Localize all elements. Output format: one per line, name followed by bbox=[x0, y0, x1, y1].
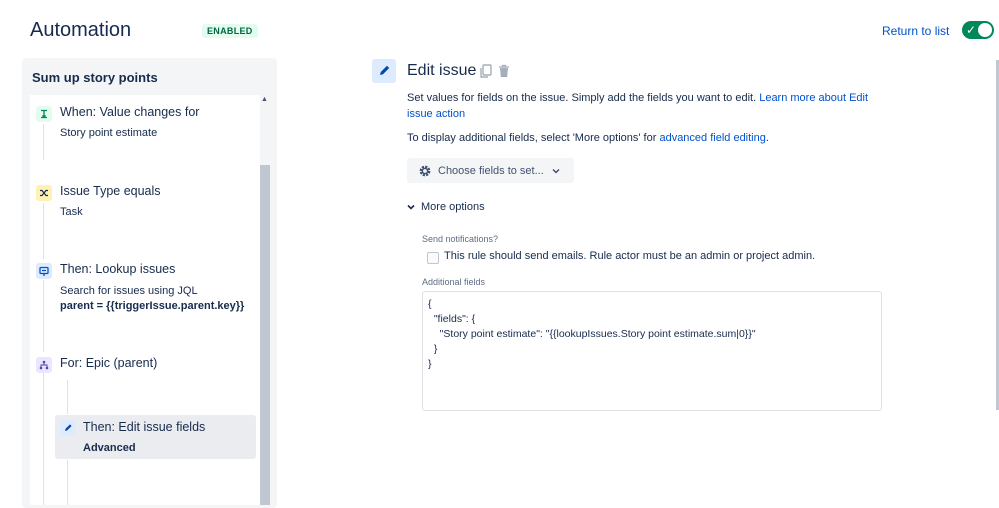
step-title: Then: Edit issue fields bbox=[83, 420, 206, 434]
scroll-up-icon[interactable]: ▲ bbox=[261, 96, 268, 103]
rule-step-condition[interactable]: Issue Type equals Task bbox=[36, 183, 256, 223]
additional-fields-label: Additional fields bbox=[422, 277, 486, 287]
additional-fields-editor[interactable]: { "fields": { "Story point estimate": "{… bbox=[422, 291, 882, 411]
send-notifications-checkbox-label[interactable]: This rule should send emails. Rule actor… bbox=[444, 250, 815, 262]
lookup-icon bbox=[36, 263, 52, 279]
gear-icon bbox=[418, 164, 432, 178]
step-subtitle: Task bbox=[60, 206, 83, 218]
more-options-toggle[interactable]: More options bbox=[407, 201, 485, 213]
advanced-field-editing-link[interactable]: advanced field editing bbox=[659, 132, 765, 144]
rule-enabled-toggle[interactable]: ✓ bbox=[962, 21, 994, 39]
advanced-editing-hint: To display additional fields, select 'Mo… bbox=[407, 130, 769, 146]
step-title: Then: Lookup issues bbox=[60, 262, 176, 276]
send-notifications-checkbox[interactable] bbox=[427, 252, 439, 264]
choose-fields-button[interactable]: Choose fields to set... bbox=[407, 158, 574, 183]
rule-name: Sum up story points bbox=[32, 70, 158, 85]
step-title: Issue Type equals bbox=[60, 184, 161, 198]
step-title: For: Epic (parent) bbox=[60, 356, 158, 370]
status-badge: ENABLED bbox=[202, 24, 258, 38]
rule-step-edit-issue[interactable]: Then: Edit issue fields Advanced bbox=[55, 415, 256, 459]
step-title: When: Value changes for bbox=[60, 105, 200, 119]
toggle-knob bbox=[978, 23, 992, 37]
step-subtitle: Story point estimate bbox=[60, 127, 158, 139]
hint-suffix: . bbox=[765, 132, 769, 144]
choose-fields-label: Choose fields to set... bbox=[438, 164, 544, 177]
chevron-down-icon bbox=[407, 204, 415, 210]
condition-icon bbox=[36, 185, 52, 201]
step-jql: parent = {{triggerIssue.parent.key}} bbox=[60, 300, 245, 312]
editor-description: Set values for fields on the issue. Simp… bbox=[407, 90, 877, 122]
trigger-icon bbox=[36, 106, 52, 122]
hint-text: To display additional fields, select 'Mo… bbox=[407, 132, 657, 144]
rule-step-lookup[interactable]: Then: Lookup issues Search for issues us… bbox=[36, 261, 256, 316]
rule-step-trigger[interactable]: When: Value changes for Story point esti… bbox=[36, 104, 256, 144]
timeline-connector bbox=[43, 373, 44, 505]
pencil-icon bbox=[60, 420, 76, 436]
check-icon: ✓ bbox=[966, 23, 977, 37]
editor-title: Edit issue bbox=[407, 62, 477, 79]
branch-icon bbox=[36, 357, 52, 373]
rule-step-branch[interactable]: For: Epic (parent) bbox=[36, 355, 256, 377]
rule-list-scroll-thumb[interactable] bbox=[260, 165, 270, 505]
chevron-down-icon bbox=[552, 168, 560, 174]
description-text: Set values for fields on the issue. Simp… bbox=[407, 92, 757, 104]
branch-connector bbox=[67, 380, 68, 414]
trash-icon[interactable] bbox=[498, 64, 510, 83]
step-subtitle: Advanced bbox=[83, 442, 136, 454]
send-notifications-label: Send notifications? bbox=[422, 234, 499, 244]
more-options-label: More options bbox=[421, 201, 485, 213]
branch-connector bbox=[67, 460, 68, 505]
copy-icon[interactable] bbox=[480, 64, 492, 83]
pencil-icon bbox=[372, 59, 396, 83]
additional-fields-json[interactable]: { "fields": { "Story point estimate": "{… bbox=[428, 297, 876, 372]
return-to-list-link[interactable]: Return to list bbox=[882, 24, 949, 38]
step-subtitle: Search for issues using JQL bbox=[60, 285, 198, 297]
page-title: Automation bbox=[30, 19, 132, 41]
